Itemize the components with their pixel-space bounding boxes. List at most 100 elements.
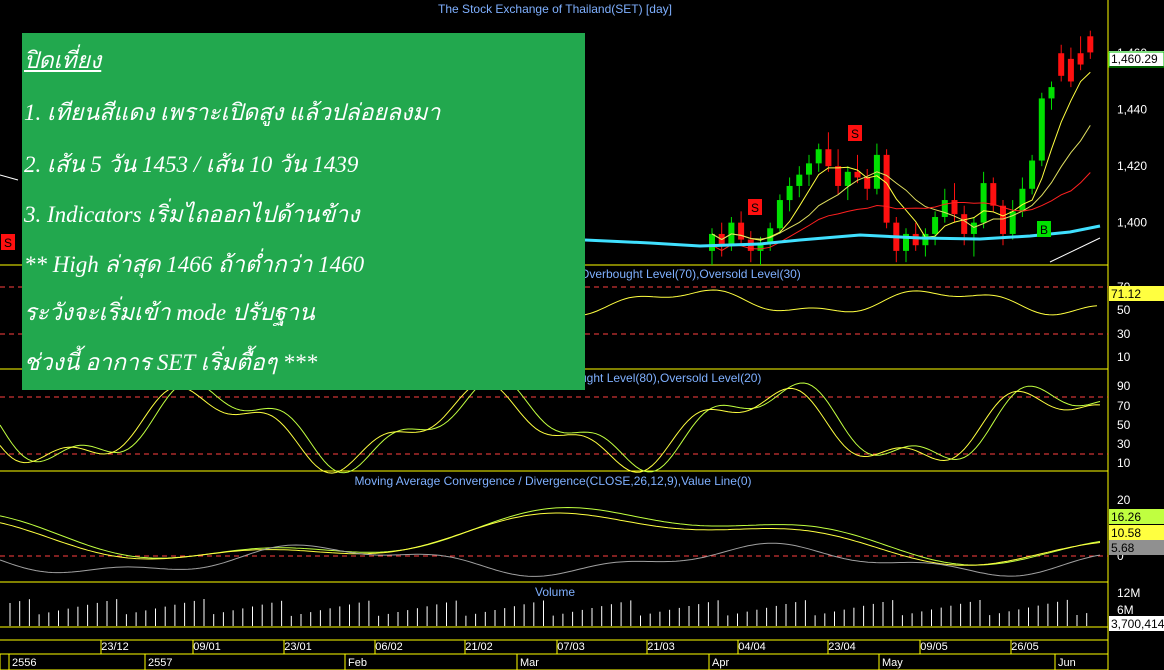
candle-body (912, 233, 919, 246)
signal-label: B (1040, 223, 1048, 237)
price-tick: 1,440 (1117, 103, 1147, 117)
volume-tick: 12M (1117, 586, 1140, 600)
candle-body (941, 200, 948, 217)
candle-body (970, 222, 977, 234)
date-tick-label: 23/12 (101, 641, 129, 653)
candle-body (738, 222, 745, 240)
signal-marker: S (1, 234, 15, 250)
year-tick-label: May (882, 657, 903, 669)
macd-main-tag: 16.26 (1109, 509, 1164, 524)
value-tag-text: 71.12 (1111, 287, 1141, 301)
candle-body (1000, 205, 1006, 234)
candle-body (1038, 98, 1045, 161)
macd-hist-tag: 5.68 (1109, 540, 1164, 555)
candle-body (835, 166, 842, 186)
candle-body (883, 154, 890, 223)
date-tick-label: 23/01 (284, 641, 312, 653)
stoch-tick: 70 (1117, 399, 1131, 413)
stoch-tick: 50 (1117, 418, 1131, 432)
macd-tick: 20 (1117, 493, 1131, 507)
value-tag-text: 16.26 (1111, 510, 1141, 524)
annotation-note: ปิดเที่ยง 1. เทียนสีแดง เพราะเปิดสูง แล้… (22, 33, 585, 390)
stoch-k-line (0, 375, 1101, 474)
year-tick-label: Feb (348, 657, 367, 669)
macd-signal-tag: 10.58 (1109, 525, 1164, 540)
candle-body (1087, 36, 1094, 53)
candle-body (776, 200, 783, 229)
stoch-tick: 30 (1117, 437, 1131, 451)
note-line-6: ช่วงนี้ อาการ SET เริ่มตื้อๆ *** (24, 350, 318, 375)
rsi-tick: 10 (1117, 350, 1131, 364)
candle-body (1058, 53, 1065, 76)
note-line-3: 3. Indicators เริ่มไถออกไปด้านข้าง (24, 202, 360, 227)
date-tick-label: 21/02 (465, 641, 493, 653)
date-tick-label: 07/03 (557, 641, 585, 653)
price-tick: 1,420 (1117, 159, 1147, 173)
value-tag-text: 10.58 (1111, 526, 1141, 540)
year-tick-label: 2556 (12, 657, 36, 669)
year-tick-label: Jun (1058, 657, 1076, 669)
date-tick-label: 09/01 (193, 641, 221, 653)
candle-body (806, 163, 812, 175)
candle-body (1029, 160, 1036, 189)
volume-tick: 6M (1117, 603, 1134, 617)
candle-body (854, 171, 861, 178)
rsi-line (584, 289, 1098, 316)
candle-body (1048, 87, 1055, 99)
note-line-4: ** High ล่าสุด 1466 ถ้าต่ำกว่า 1460 (24, 252, 365, 277)
ma-long-white (1049, 237, 1101, 263)
ma-stub (0, 174, 19, 181)
candle-body (864, 177, 871, 189)
candle-body (844, 171, 851, 186)
candle-body (709, 233, 715, 251)
signal-marker: S (748, 199, 762, 215)
signal-marker: B (1037, 221, 1051, 237)
note-line-5: ระวังจะเริ่มเข้า mode ปรับฐาน (24, 300, 315, 325)
candle-body (796, 174, 803, 186)
ma-5-line (711, 71, 1091, 241)
rsi-tick: 30 (1117, 327, 1131, 341)
signal-label: S (751, 201, 759, 215)
note-line-1: 1. เทียนสีแดง เพราะเปิดสูง แล้วปล่อยลงมา (24, 100, 441, 125)
macd-signal-line (0, 512, 1101, 566)
value-tag-layer: 1,460.29 71.12 16.26 10.585.68 3,700,414 (1108, 51, 1164, 631)
candle-body (825, 149, 832, 167)
date-tick-label: 23/04 (828, 641, 856, 653)
candle-body (990, 183, 997, 206)
value-tag-text: 5.68 (1111, 541, 1135, 555)
candle-body (786, 185, 793, 201)
price-tag: 1,460.29 (1109, 51, 1164, 66)
year-tick-label: 2557 (148, 657, 172, 669)
macd-panel-title: Moving Average Convergence / Divergence(… (354, 474, 751, 488)
candle-body (1077, 53, 1084, 65)
note-line-2: 2. เส้น 5 วัน 1453 / เส้น 10 วัน 1439 (24, 152, 359, 177)
volume-tag: 3,700,414 (1109, 616, 1164, 631)
volume-panel-title: Volume (535, 585, 575, 599)
date-tick-label: 09/05 (920, 641, 948, 653)
candle-body (815, 149, 822, 164)
year-tick-label: Mar (520, 657, 539, 669)
ma-long-cyan (584, 224, 1101, 248)
signal-label: S (4, 236, 12, 250)
signal-marker: S (848, 125, 862, 141)
stoch-tick: 90 (1117, 379, 1131, 393)
rsi-panel-title: Overbought Level(70),Oversold Level(30) (580, 267, 801, 281)
rsi-tag: 71.12 (1109, 286, 1164, 301)
candle-body (961, 214, 968, 234)
candle-body (1019, 188, 1026, 212)
date-tick-label: 06/02 (375, 641, 403, 653)
stoch-panel-title: ught Level(80),Oversold Level(20) (580, 371, 761, 385)
date-tick-label: 04/04 (738, 641, 766, 653)
candle-body (932, 217, 939, 234)
stoch-tick: 10 (1117, 456, 1131, 470)
date-tick-label: 26/05 (1011, 641, 1039, 653)
candle-body (1067, 58, 1074, 82)
date-tick-label: 21/03 (647, 641, 675, 653)
value-tag-text: 3,700,414 (1111, 617, 1164, 631)
year-tick-label: Apr (712, 657, 729, 669)
price-tick: 1,400 (1117, 216, 1147, 230)
note-heading: ปิดเที่ยง (24, 48, 102, 73)
value-tag-text: 1,460.29 (1111, 52, 1158, 66)
chart-title: The Stock Exchange of Thailand(SET) [day… (438, 2, 672, 16)
rsi-tick: 50 (1117, 303, 1131, 317)
